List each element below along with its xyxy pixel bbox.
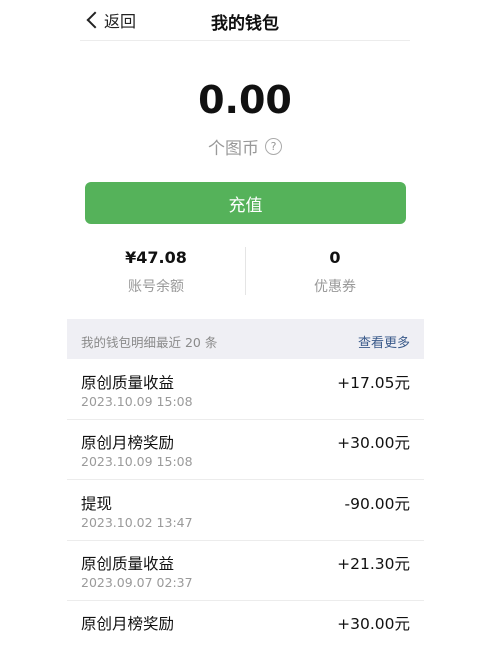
- transaction-row[interactable]: 原创月榜奖励 2023.10.09 15:08 +30.00元: [67, 419, 424, 480]
- transaction-time: 2023.10.09 15:08: [81, 394, 193, 409]
- coin-balance: 0.00: [198, 78, 292, 122]
- coupon-label: 优惠券: [314, 279, 356, 295]
- transaction-row[interactable]: 原创月榜奖励 +30.00元: [67, 600, 424, 660]
- transaction-name: 原创质量收益: [81, 374, 175, 392]
- coin-unit-label: 个图币: [208, 139, 259, 159]
- account-balance-stat[interactable]: ¥47.08 账号余额: [76, 248, 236, 296]
- transaction-name: 提现: [81, 495, 113, 513]
- coupon-stat[interactable]: 0 优惠券: [255, 248, 415, 296]
- transaction-name: 原创月榜奖励: [81, 615, 175, 633]
- transaction-time: 2023.10.02 13:47: [81, 515, 193, 530]
- page-title: 我的钱包: [211, 14, 279, 34]
- nav-bar: 返回 我的钱包: [80, 0, 410, 41]
- stat-divider: [245, 247, 246, 295]
- account-balance-label: 账号余额: [128, 279, 184, 295]
- transaction-row[interactable]: 原创质量收益 2023.10.09 15:08 +17.05元: [67, 359, 424, 420]
- transaction-amount: -90.00元: [344, 495, 410, 513]
- transaction-time: 2023.09.07 02:37: [81, 575, 193, 590]
- transaction-time: 2023.10.09 15:08: [81, 454, 193, 469]
- question-circle-icon[interactable]: ?: [265, 138, 282, 155]
- view-more-link[interactable]: 查看更多: [358, 332, 410, 351]
- history-title: 我的钱包明细最近 20 条: [81, 335, 218, 350]
- transaction-amount: +17.05元: [337, 374, 410, 392]
- coupon-count: 0: [329, 248, 341, 267]
- coin-unit-row: 个图币 ?: [0, 134, 490, 159]
- transaction-row[interactable]: 提现 2023.10.02 13:47 -90.00元: [67, 480, 424, 541]
- history-header: 我的钱包明细最近 20 条 查看更多: [67, 319, 424, 359]
- transaction-amount: +30.00元: [337, 434, 410, 452]
- transaction-amount: +21.30元: [337, 555, 410, 573]
- account-balance-value: ¥47.08: [125, 248, 187, 267]
- transaction-amount: +30.00元: [337, 615, 410, 633]
- transaction-name: 原创质量收益: [81, 555, 175, 573]
- recharge-button[interactable]: 充值: [85, 182, 406, 224]
- transaction-name: 原创月榜奖励: [81, 434, 175, 452]
- transaction-row[interactable]: 原创质量收益 2023.09.07 02:37 +21.30元: [67, 540, 424, 601]
